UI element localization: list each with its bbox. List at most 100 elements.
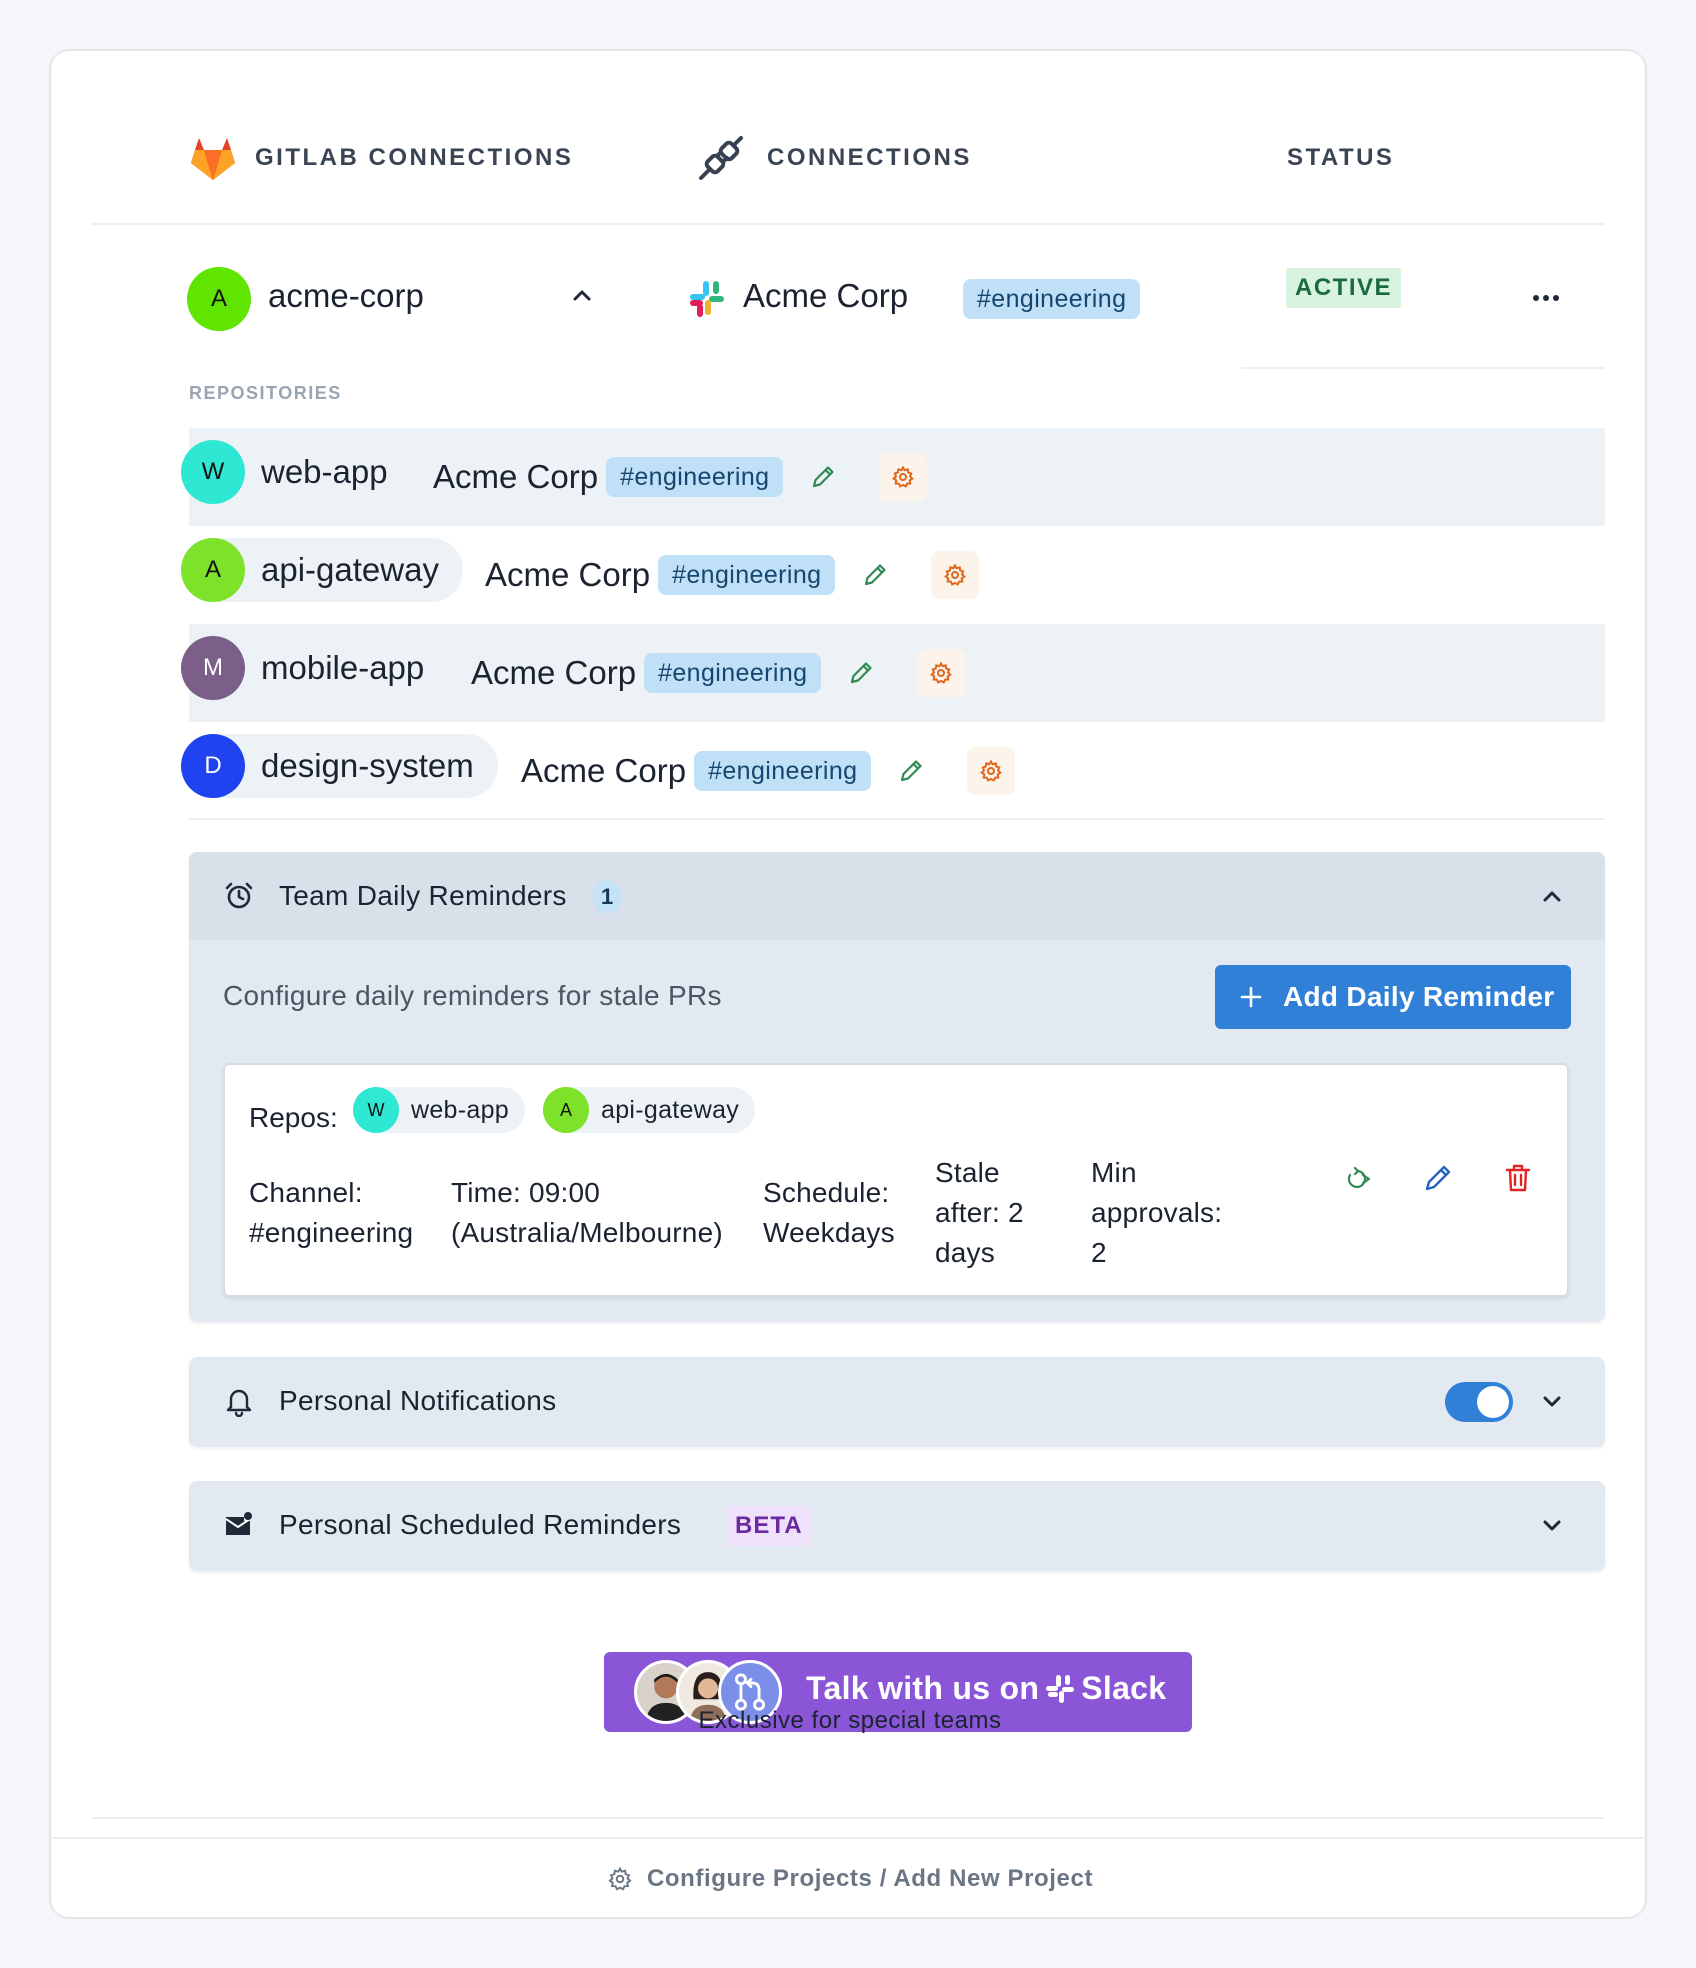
personal-notifications-title: Personal Notifications	[279, 1385, 557, 1416]
repo-channel-badge: #engineering	[694, 751, 872, 791]
repo-name-chip: D design-system	[181, 734, 498, 798]
connections-column-header: CONNECTIONS	[695, 91, 972, 225]
notifications-toggle[interactable]	[1445, 1382, 1513, 1422]
add-daily-reminder-label: Add Daily Reminder	[1283, 981, 1555, 1012]
repo-name: mobile-app	[261, 649, 425, 686]
cta-text-before: Talk with us on	[806, 1670, 1040, 1706]
chevron-up-icon[interactable]	[1539, 883, 1565, 909]
repo-workspace: Acme Corp	[433, 458, 599, 495]
repos-label: Repos:	[249, 1102, 338, 1133]
reminder-count-badge: 1	[593, 880, 622, 914]
chevron-down-icon[interactable]	[1539, 1388, 1565, 1414]
configure-projects-link[interactable]: Configure Projects / Add New Project	[51, 1865, 1649, 1893]
repo-name-chip: A api-gateway	[181, 538, 463, 602]
add-daily-reminder-button[interactable]: Add Daily Reminder	[1215, 965, 1571, 1029]
repo-connection: Acme Corp #engineering	[485, 551, 980, 599]
repo-name: api-gateway	[261, 551, 439, 588]
time-zone: (Australia/Melbourne)	[451, 1217, 723, 1248]
trash-icon[interactable]	[1501, 1161, 1535, 1195]
repositories-heading: REPOSITORIES	[189, 383, 342, 403]
stale-line: Stale	[935, 1157, 1000, 1188]
repo-row-web-app[interactable]: W web-app Acme Corp #engineering	[181, 428, 1605, 526]
edit-pencil-icon[interactable]	[1421, 1161, 1455, 1195]
edit-pencil-icon[interactable]	[809, 463, 837, 491]
repo-connection: Acme Corp #engineering	[471, 649, 966, 697]
cta-text-after: Slack	[1081, 1670, 1167, 1706]
gear-icon	[892, 465, 915, 488]
repo-chip-name: web-app	[411, 1095, 509, 1124]
org-name: acme-corp	[268, 277, 424, 314]
reminder-channel: Channel: #engineering	[249, 1173, 413, 1253]
connections-card: GITLAB CONNECTIONS CONNECTIONS STATUS A …	[49, 49, 1647, 1919]
stale-line: after: 2	[935, 1197, 1024, 1228]
repo-workspace: Acme Corp	[471, 654, 637, 691]
gitlab-icon	[191, 138, 235, 180]
toggle-knob	[1477, 1386, 1509, 1418]
repo-avatar: W	[353, 1087, 399, 1133]
time-label: Time:	[451, 1177, 521, 1208]
repo-avatar: M	[181, 636, 245, 700]
schedule-label: Schedule:	[763, 1177, 890, 1208]
repo-settings-button[interactable]	[879, 453, 928, 501]
chevron-down-icon[interactable]	[1539, 1512, 1565, 1538]
alarm-clock-icon	[225, 882, 253, 909]
repo-settings-button[interactable]	[917, 649, 966, 697]
more-options-icon[interactable]	[1526, 283, 1566, 313]
repo-chip-name: api-gateway	[601, 1095, 740, 1124]
repo-avatar: A	[543, 1087, 589, 1133]
status-label: STATUS	[1287, 144, 1395, 171]
status-badge: ACTIVE	[1286, 268, 1402, 308]
repo-workspace: Acme Corp	[521, 752, 687, 789]
gear-icon	[608, 1866, 632, 1891]
repo-name: design-system	[261, 747, 474, 784]
reminder-card: Repos: W web-app A api-gateway Channel: …	[223, 1063, 1569, 1297]
personal-scheduled-header[interactable]: Personal Scheduled Reminders BETA	[189, 1481, 1605, 1569]
gitlab-connections-label: GITLAB CONNECTIONS	[255, 144, 574, 171]
repo-avatar: A	[181, 538, 245, 602]
cta-label: Talk with us on Slack	[806, 1670, 1166, 1707]
mail-notification-icon	[225, 1512, 252, 1535]
cta-subtitle: Exclusive for special teams	[698, 1707, 1002, 1734]
personal-notifications-header[interactable]: Personal Notifications	[189, 1357, 1605, 1445]
repo-channel-badge: #engineering	[644, 653, 822, 693]
personal-scheduled-title: Personal Scheduled Reminders	[279, 1509, 682, 1540]
beta-badge: BETA	[727, 1506, 811, 1546]
reminder-schedule: Schedule: Weekdays	[763, 1173, 895, 1253]
personal-notifications-panel[interactable]: Personal Notifications	[189, 1357, 1605, 1447]
gear-icon	[944, 563, 967, 586]
repo-settings-button[interactable]	[967, 747, 1016, 795]
repo-row-design-system[interactable]: D design-system Acme Corp #engineering	[181, 722, 1605, 820]
personal-scheduled-panel[interactable]: Personal Scheduled Reminders BETA	[189, 1481, 1605, 1571]
min-approvals-line: 2	[1091, 1237, 1107, 1268]
reminder-stale-after: Stale after: 2 days	[935, 1153, 1024, 1273]
table-header: GITLAB CONNECTIONS CONNECTIONS STATUS	[91, 91, 1605, 225]
org-row[interactable]: A acme-corp Acme Corp #engineering ACTIV…	[91, 227, 1605, 369]
edit-pencil-icon[interactable]	[897, 757, 925, 785]
chevron-up-icon[interactable]	[569, 282, 595, 308]
min-approvals-line: Min	[1091, 1157, 1137, 1188]
team-reminders-header[interactable]: Team Daily Reminders 1	[189, 852, 1605, 940]
repo-name-chip: W web-app	[181, 440, 412, 504]
gear-icon	[930, 661, 953, 684]
repo-row-api-gateway[interactable]: A api-gateway Acme Corp #engineering	[181, 526, 1605, 624]
bell-icon	[226, 1389, 252, 1417]
stale-line: days	[935, 1237, 995, 1268]
reminder-min-approvals: Min approvals: 2	[1091, 1153, 1222, 1273]
repo-row-mobile-app[interactable]: M mobile-app Acme Corp #engineering	[181, 624, 1605, 722]
divider	[91, 1817, 1605, 1819]
repo-connection: Acme Corp #engineering	[521, 747, 1016, 795]
org-avatar: A	[187, 267, 251, 331]
edit-pencil-icon[interactable]	[861, 561, 889, 589]
plus-icon	[1240, 986, 1262, 1008]
repo-connection: Acme Corp #engineering	[433, 453, 928, 501]
repo-settings-button[interactable]	[931, 551, 980, 599]
status-column-header: STATUS	[1287, 91, 1394, 225]
send-test-icon[interactable]	[1341, 1161, 1375, 1195]
team-reminders-description: Configure daily reminders for stale PRs	[223, 980, 722, 1011]
plug-icon	[699, 136, 743, 180]
connections-label: CONNECTIONS	[767, 144, 972, 171]
schedule-value: Weekdays	[763, 1217, 895, 1248]
edit-pencil-icon[interactable]	[847, 659, 875, 687]
repo-avatar: D	[181, 734, 245, 798]
repo-avatar: W	[181, 440, 245, 504]
